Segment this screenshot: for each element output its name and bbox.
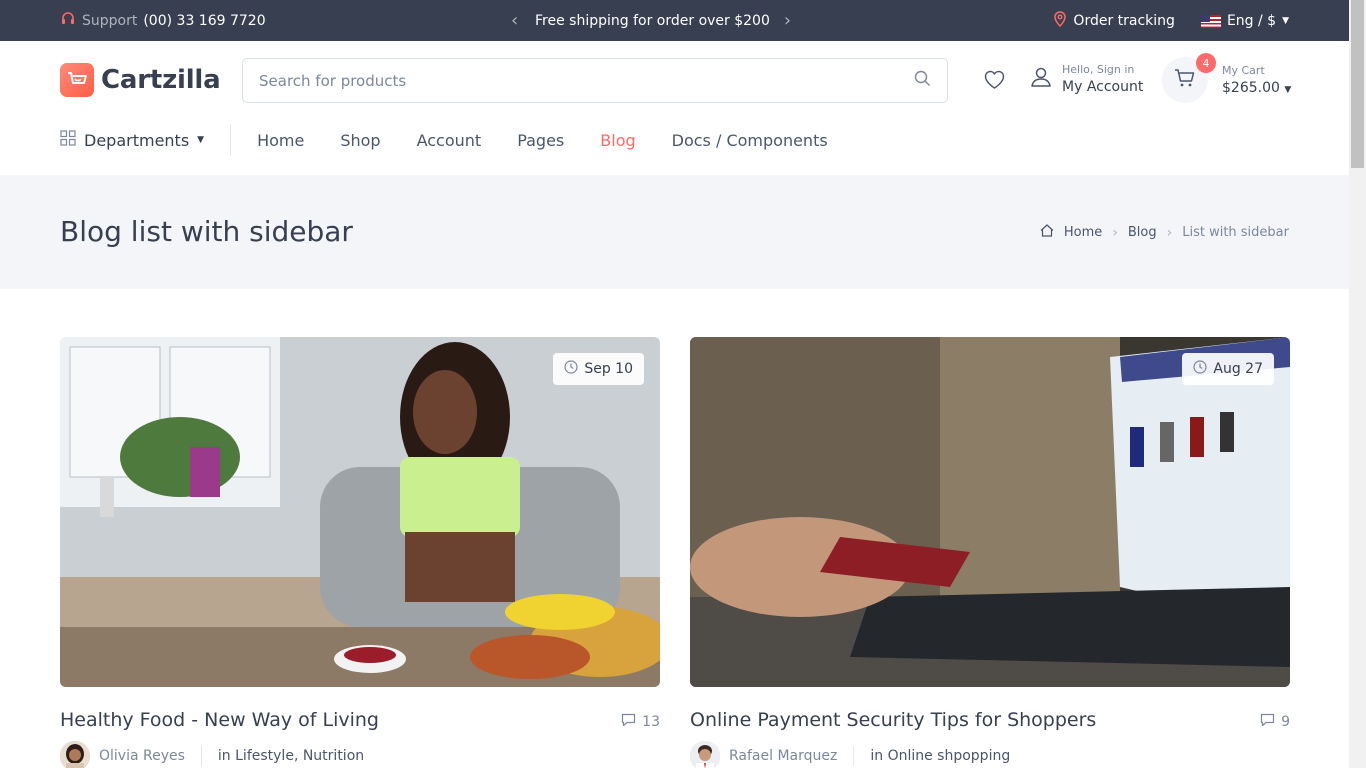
cart-count-badge: 4 bbox=[1196, 53, 1216, 73]
post-comments-link[interactable]: 13 bbox=[621, 713, 660, 730]
wishlist-button[interactable] bbox=[983, 69, 1006, 94]
nav-item-pages[interactable]: Pages bbox=[517, 131, 564, 150]
blog-post-card: Aug 27 Online Payment Security Tips for … bbox=[690, 337, 1290, 768]
account-label: My Account bbox=[1062, 79, 1144, 95]
us-flag-icon bbox=[1200, 14, 1221, 28]
breadcrumb-home[interactable]: Home bbox=[1064, 225, 1102, 240]
page-title: Blog list with sidebar bbox=[60, 215, 353, 248]
cart-logo-icon bbox=[60, 63, 94, 97]
caret-down-icon: ▼ bbox=[1284, 85, 1292, 95]
support-phone[interactable]: (00) 33 169 7720 bbox=[143, 13, 265, 29]
meta-divider bbox=[853, 746, 855, 766]
cart-label: My Cart bbox=[1222, 64, 1265, 77]
language-currency-selector[interactable]: Eng / $ ▼ bbox=[1200, 13, 1289, 29]
blog-post-card: Sep 10 Healthy Food - New Way of Living … bbox=[60, 337, 660, 768]
comment-icon bbox=[1260, 713, 1275, 730]
post-date-badge: Sep 10 bbox=[553, 353, 644, 385]
post-author[interactable]: Rafael Marquez bbox=[729, 748, 837, 764]
grid-icon bbox=[60, 130, 76, 150]
support-label: Support bbox=[82, 13, 138, 29]
post-title[interactable]: Healthy Food - New Way of Living bbox=[60, 709, 379, 731]
account-link[interactable]: Hello, Sign in My Account bbox=[1030, 63, 1143, 95]
meta-divider bbox=[200, 746, 202, 766]
search-icon[interactable] bbox=[914, 70, 931, 91]
cart-total: $265.00 ▼ bbox=[1222, 80, 1292, 96]
nav-item-blog[interactable]: Blog bbox=[600, 131, 635, 150]
nav-item-home[interactable]: Home bbox=[257, 131, 304, 150]
topbar: Support (00) 33 169 7720 ‹ Free shipping… bbox=[0, 0, 1349, 41]
promo-text: Free shipping for order over $200 bbox=[535, 12, 770, 29]
site-header: Cartzilla Hello, Sign in My Account 4 My… bbox=[0, 41, 1349, 175]
chevron-left-icon[interactable]: ‹ bbox=[511, 10, 521, 31]
caret-down-icon: ▼ bbox=[1282, 16, 1289, 26]
post-meta: Rafael Marquez in Online shpopping bbox=[690, 741, 1010, 768]
departments-label: Departments bbox=[84, 130, 190, 150]
home-icon bbox=[1040, 224, 1054, 241]
post-comment-count: 13 bbox=[642, 713, 660, 730]
post-categories[interactable]: in Online shpopping bbox=[870, 748, 1010, 764]
order-tracking-label: Order tracking bbox=[1073, 13, 1175, 29]
nav-item-shop[interactable]: Shop bbox=[340, 131, 380, 150]
order-tracking-link[interactable]: Order tracking bbox=[1053, 11, 1175, 31]
headset-icon bbox=[60, 11, 76, 31]
chevron-right-icon[interactable]: › bbox=[784, 10, 794, 31]
cart-button[interactable]: 4 bbox=[1162, 53, 1216, 103]
clock-icon bbox=[1193, 360, 1207, 378]
search-bar bbox=[242, 58, 948, 103]
post-meta: Olivia Reyes in Lifestyle, Nutrition bbox=[60, 741, 364, 768]
caret-down-icon: ▼ bbox=[197, 135, 205, 145]
breadcrumb: Home › Blog › List with sidebar bbox=[1040, 224, 1289, 241]
post-date: Aug 27 bbox=[1213, 361, 1263, 377]
map-pin-icon bbox=[1053, 11, 1067, 31]
post-comments-link[interactable]: 9 bbox=[1260, 713, 1290, 730]
post-comment-count: 9 bbox=[1281, 713, 1290, 730]
page-scrollbar[interactable] bbox=[1349, 0, 1366, 768]
shopping-cart-icon bbox=[1174, 68, 1196, 92]
clock-icon bbox=[564, 360, 578, 378]
departments-menu[interactable]: Departments ▼ bbox=[60, 124, 232, 156]
scrollbar-thumb[interactable] bbox=[1351, 0, 1364, 168]
nav-item-docs[interactable]: Docs / Components bbox=[672, 131, 828, 150]
post-date: Sep 10 bbox=[584, 361, 633, 377]
chevron-right-icon: › bbox=[1166, 224, 1173, 241]
post-categories[interactable]: in Lifestyle, Nutrition bbox=[218, 748, 364, 764]
search-input[interactable] bbox=[259, 71, 914, 90]
cart-widget[interactable]: 4 My Cart $265.00 ▼ bbox=[1162, 53, 1292, 103]
language-label: Eng / $ bbox=[1226, 13, 1277, 29]
breadcrumb-current: List with sidebar bbox=[1182, 225, 1289, 240]
post-title[interactable]: Online Payment Security Tips for Shopper… bbox=[690, 709, 1096, 731]
support-contact[interactable]: Support (00) 33 169 7720 bbox=[60, 11, 266, 31]
promo-carousel: ‹ Free shipping for order over $200 › bbox=[511, 10, 794, 31]
breadcrumb-blog[interactable]: Blog bbox=[1128, 225, 1157, 240]
post-author[interactable]: Olivia Reyes bbox=[99, 748, 185, 764]
comment-icon bbox=[621, 713, 636, 730]
post-image[interactable]: Sep 10 bbox=[60, 337, 660, 687]
avatar[interactable] bbox=[690, 741, 720, 768]
logo[interactable]: Cartzilla bbox=[60, 63, 221, 97]
user-icon bbox=[1030, 66, 1052, 92]
chevron-right-icon: › bbox=[1112, 224, 1118, 241]
post-image[interactable]: Aug 27 bbox=[690, 337, 1290, 687]
post-date-badge: Aug 27 bbox=[1182, 353, 1274, 385]
logo-text: Cartzilla bbox=[101, 65, 221, 95]
heart-icon bbox=[983, 70, 1006, 94]
avatar[interactable] bbox=[60, 741, 90, 768]
account-greeting: Hello, Sign in bbox=[1062, 63, 1135, 76]
page-title-section: Blog list with sidebar Home › Blog › Lis… bbox=[0, 175, 1349, 289]
main-nav: Departments ▼ Home Shop Account Pages Bl… bbox=[60, 123, 828, 157]
nav-item-account[interactable]: Account bbox=[417, 131, 482, 150]
